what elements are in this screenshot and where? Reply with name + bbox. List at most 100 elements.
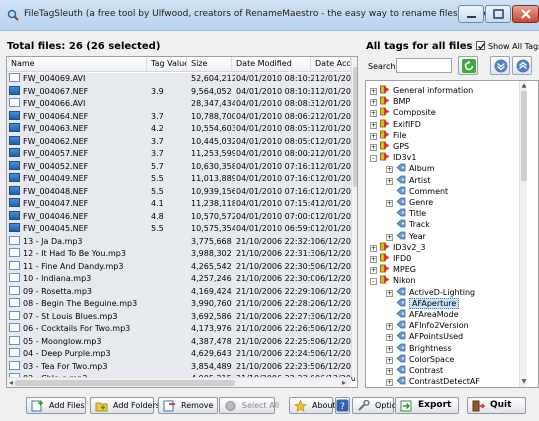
expand-node-icon[interactable]: + [386,289,393,297]
file-row[interactable]: 10 - Indiana.mp3 4,257,246 21/10/2006 22:3… [7,273,355,286]
collapse-node-icon[interactable]: - [370,155,377,163]
remove-button[interactable]: Remove [158,397,218,414]
tree-node[interactable]: Track [386,219,430,230]
add-files-button[interactable]: Add Files [26,397,86,414]
tree-node[interactable]: + IFD0 [370,253,411,264]
file-row[interactable]: FW_004045.NEF 5.5 10,575,354 04/01/2010 06:… [7,223,355,236]
scroll-right-icon[interactable]: ▸ [342,378,346,387]
file-row[interactable]: 11 - Fine And Dandy.mp3 4,265,542 21/10/20… [7,260,355,273]
tree-node[interactable]: + ContrastDetectAF [386,376,480,387]
maximize-button[interactable] [485,5,511,23]
help-button[interactable]: ? [335,397,350,414]
scroll-up-icon[interactable]: ▲ [520,82,528,89]
expand-node-icon[interactable]: + [370,88,377,95]
file-row[interactable]: FW_004069.AVI 52,604,212 04/01/2010 08:10:… [7,73,355,86]
tree-node[interactable]: + GPS [370,141,409,152]
tree-node[interactable]: + ActiveD-Lighting [386,287,475,298]
expand-node-icon[interactable]: + [386,379,393,387]
expand-node-icon[interactable]: + [386,233,393,241]
expand-node-icon[interactable]: + [370,144,377,151]
expand-all-button[interactable] [490,56,510,75]
file-row[interactable]: 06 - Cocktails For Two.mp3 4,173,976 21/10… [7,323,355,336]
expand-node-icon[interactable]: + [386,177,393,185]
tree-node[interactable]: AFAreaMode [386,309,459,320]
tree-node[interactable]: + File [370,130,406,141]
quit-button[interactable]: Quit [467,397,526,414]
column-header-date-accessed[interactable]: Date Access [311,57,351,72]
tree-node[interactable]: + Year [386,231,426,242]
tag-tree-vertical-scrollbar[interactable]: ▲ ▼ [519,81,527,387]
expand-node-icon[interactable]: + [386,166,393,174]
about-button[interactable]: About [289,397,336,414]
collapse-node-icon[interactable]: - [370,278,377,286]
tree-node[interactable]: - ID3v1 [370,152,416,163]
minimize-button[interactable] [458,5,484,23]
add-folders-button[interactable]: Add Folders [90,397,160,414]
file-list-scroll-thumb[interactable] [353,67,357,187]
tree-node[interactable]: + Genre [386,197,433,208]
tree-node[interactable]: + ExifIFD [370,119,421,130]
column-header-tag-value[interactable]: Tag Value [147,57,187,72]
tree-node[interactable]: + Composite [370,107,436,118]
tree-node[interactable]: AFAperture [386,297,460,309]
column-header-size[interactable]: Size [187,57,232,72]
column-header-name[interactable]: Name [7,57,147,72]
file-row[interactable]: 09 - Rosetta.mp3 4,169,424 21/10/2006 22:2… [7,285,355,298]
options-button[interactable]: Options [352,397,406,414]
expand-node-icon[interactable]: + [370,244,377,252]
tree-node[interactable]: + BMP [370,96,410,107]
file-row[interactable]: FW_004052.NEF 5.7 10,630,358 04/01/2010 07:… [7,160,355,173]
file-row[interactable]: FW_004067.NEF 3.9 9,564,052 04/01/2010 08:1… [7,85,355,98]
refresh-button[interactable] [458,56,478,75]
tag-tree-scroll-thumb[interactable] [521,91,527,181]
file-row[interactable]: FW_004066.AVI 28,347,434 04/01/2010 08:08:… [7,98,355,111]
tree-node[interactable]: + Contrast [386,365,443,376]
file-row[interactable]: 13 - Ja Da.mp3 3,775,668 21/10/2006 22:32:… [7,235,355,248]
tree-node[interactable]: - Nikon [370,275,416,286]
tree-node[interactable]: + Brightness [386,343,452,354]
export-button[interactable]: Export [395,397,459,414]
tag-tree[interactable]: + General information + BMP + Composite + ExifI… [365,80,539,388]
expand-node-icon[interactable]: + [370,132,377,140]
file-row[interactable]: 07 - St Louis Blues.mp3 3,692,586 21/10/20… [7,310,355,323]
file-row[interactable]: FW_004063.NEF 4.2 10,554,603 04/01/2010 08:… [7,123,355,136]
file-row[interactable]: FW_004046.NEF 4.8 10,570,572 04/01/2010 07:… [7,210,355,223]
select-all-button[interactable]: Select All [219,397,279,414]
show-all-tags-checkbox[interactable]: Show All Tags [476,41,539,51]
expand-node-icon[interactable]: + [370,121,377,129]
tree-node[interactable]: + AFInfo2Version [386,320,469,331]
scroll-down-icon[interactable]: ▼ [520,378,528,385]
close-button[interactable] [512,5,539,23]
file-row[interactable]: 12 - It Had To Be You.mp3 3,988,302 21/10/… [7,248,355,261]
expand-node-icon[interactable]: + [386,368,393,375]
expand-node-icon[interactable]: + [386,200,393,207]
tree-node[interactable]: + ColorSpace [386,354,454,365]
expand-node-icon[interactable]: + [386,345,393,353]
tree-node[interactable]: + MPEG [370,264,416,275]
file-row[interactable]: FW_004047.NEF 4.1 11,238,118 04/01/2010 07:… [7,198,355,211]
file-row[interactable]: 04 - Deep Purple.mp3 4,629,643 21/10/2006 … [7,348,355,361]
expand-node-icon[interactable]: + [370,267,377,275]
file-row[interactable]: 03 - Tea For Two.mp3 3,854,489 21/10/2006 … [7,360,355,373]
expand-node-icon[interactable]: + [386,334,393,342]
tree-node[interactable]: + Artist [386,175,430,186]
tag-search-input[interactable] [396,58,452,73]
tree-node[interactable]: + ID3v2_3 [370,242,426,253]
expand-node-icon[interactable]: + [370,256,377,263]
file-row[interactable]: FW_004048.NEF 5.5 10,939,156 04/01/2010 07:… [7,185,355,198]
file-list-vertical-scrollbar[interactable] [351,57,357,377]
file-row[interactable]: 08 - Begin The Beguine.mp3 3,990,760 21/10… [7,298,355,311]
tree-node[interactable]: Title [386,208,426,219]
file-row[interactable]: FW_004062.NEF 3.7 10,445,032 04/01/2010 08:… [7,135,355,148]
file-row[interactable]: FW_004064.NEF 3.7 10,788,700 04/01/2010 08:… [7,110,355,123]
collapse-all-button[interactable] [512,56,532,75]
expand-node-icon[interactable]: + [370,99,377,107]
file-row[interactable]: 05 - Moonglow.mp3 4,387,478 21/10/2006 22:… [7,335,355,348]
file-list-horizontal-scrollbar[interactable]: ◂ ▸ [7,377,351,387]
file-list[interactable]: Name Tag Value Size Date Modified Date A… [6,56,358,388]
column-header-date-modified[interactable]: Date Modified [232,57,311,72]
file-row[interactable]: FW_004049.NEF 5.5 11,013,889 04/01/2010 07:… [7,173,355,186]
scroll-left-icon[interactable]: ◂ [9,378,13,387]
checkbox-checked-icon[interactable] [476,41,486,50]
tree-node[interactable]: Comment [386,186,448,197]
